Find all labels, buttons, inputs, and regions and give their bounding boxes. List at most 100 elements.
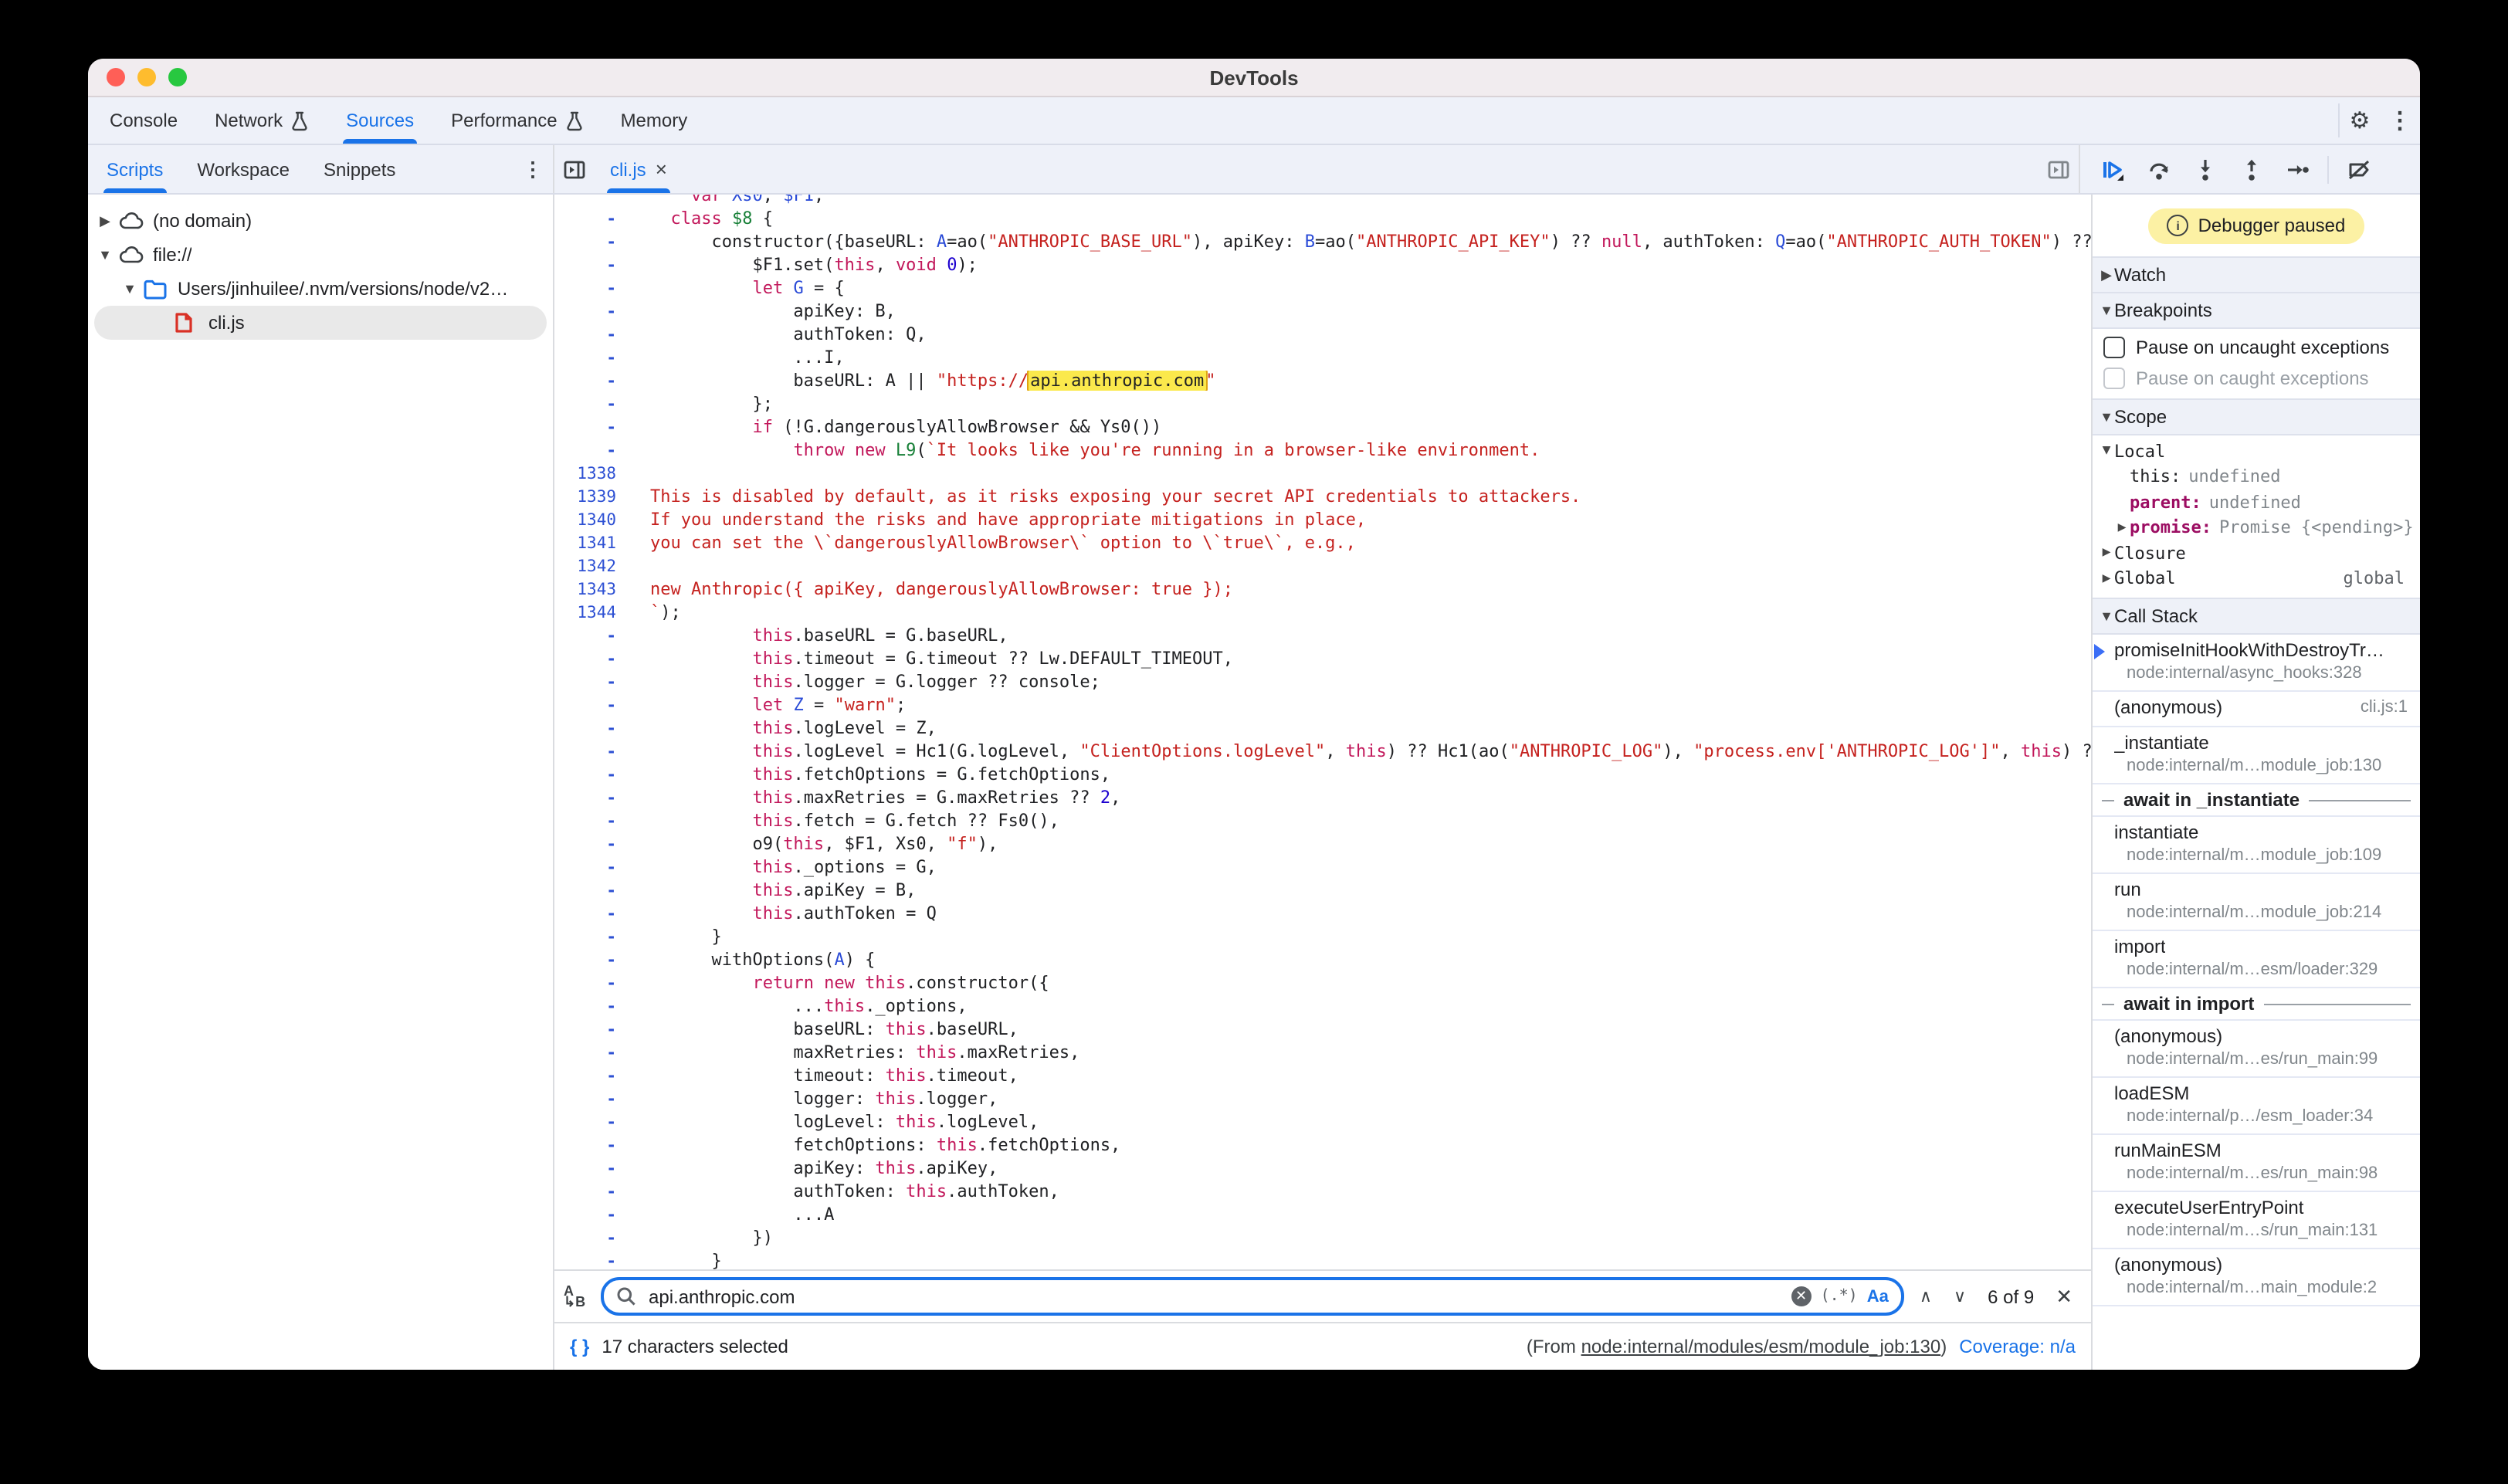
gutter-line-number[interactable]: - [554, 719, 630, 737]
tree-item-file-[interactable]: ▼file:// [88, 238, 553, 272]
call-stack-frame[interactable]: (anonymous)node:internal/m…es/run_main:9… [2093, 1021, 2420, 1078]
gutter-line-number[interactable]: - [554, 209, 630, 228]
hide-navigator-panel-icon[interactable] [554, 145, 595, 193]
gutter-line-number[interactable]: 1342 [554, 557, 630, 575]
call-stack-frame[interactable]: (anonymous)cli.js:1 [2093, 692, 2420, 727]
gutter-line-number[interactable]: - [554, 950, 630, 969]
step-into-button[interactable] [2185, 157, 2225, 181]
pretty-print-icon[interactable]: { } [570, 1336, 589, 1357]
gutter-line-number[interactable]: - [554, 858, 630, 876]
call-stack-frame[interactable]: runMainESMnode:internal/m…es/run_main:98 [2093, 1135, 2420, 1192]
gutter-line-number[interactable]: - [554, 927, 630, 946]
scope-variable[interactable]: this:undefined [2093, 464, 2420, 490]
source-origin-link[interactable]: node:internal/modules/esm/module_job:130 [1581, 1336, 1941, 1357]
scope-variable[interactable]: ▶promise:Promise {<pending>} [2093, 515, 2420, 540]
scope-group-local[interactable]: ▼Local [2093, 439, 2420, 464]
gutter-line-number[interactable]: - [554, 441, 630, 459]
gutter-line-number[interactable]: 1338 [554, 464, 630, 483]
gutter-line-number[interactable]: - [554, 904, 630, 923]
gutter-line-number[interactable]: 1344 [554, 603, 630, 622]
chevron-down-icon[interactable]: ▼ [97, 247, 113, 263]
gutter-line-number[interactable]: - [554, 1159, 630, 1177]
tab-sources[interactable]: Sources [330, 97, 429, 144]
gutter-line-number[interactable]: 1341 [554, 534, 630, 552]
show-debugger-panel-icon[interactable] [2039, 145, 2079, 193]
search-input[interactable] [646, 1284, 1782, 1309]
coverage-link[interactable]: Coverage: n/a [1959, 1336, 2076, 1357]
chevron-right-icon[interactable]: ▶ [2099, 546, 2114, 561]
step-button[interactable] [2278, 157, 2318, 181]
scope-variable[interactable]: parent:undefined [2093, 490, 2420, 515]
next-match-chevron-icon[interactable]: ∨ [1947, 1286, 1972, 1306]
tab-memory[interactable]: Memory [605, 97, 703, 144]
chevron-right-icon[interactable]: ▶ [2099, 571, 2114, 587]
step-over-button[interactable] [2139, 157, 2179, 181]
regex-toggle[interactable]: (.*) [1821, 1288, 1858, 1305]
gutter-line-number[interactable]: - [554, 1228, 630, 1247]
gutter-line-number[interactable]: - [554, 974, 630, 992]
gutter-line-number[interactable]: - [554, 1066, 630, 1085]
section-breakpoints[interactable]: ▼ Breakpoints [2093, 293, 2420, 329]
navigator-tab-workspace[interactable]: Workspace [181, 145, 305, 193]
previous-match-chevron-icon[interactable]: ∧ [1913, 1286, 1938, 1306]
chevron-down-icon[interactable]: ▼ [2099, 444, 2114, 459]
gutter-line-number[interactable]: - [554, 835, 630, 853]
call-stack-frame[interactable]: _instantiatenode:internal/m…module_job:1… [2093, 727, 2420, 784]
navigator-tab-scripts[interactable]: Scripts [91, 145, 178, 193]
step-out-button[interactable] [2232, 157, 2272, 181]
match-case-toggle[interactable]: Aa [1867, 1287, 1889, 1306]
gutter-line-number[interactable]: - [554, 788, 630, 807]
gutter-line-number[interactable]: - [554, 1205, 630, 1224]
gutter-line-number[interactable]: - [554, 649, 630, 668]
chevron-right-icon[interactable]: ▶ [2114, 520, 2130, 536]
navigator-tab-snippets[interactable]: Snippets [308, 145, 411, 193]
gutter-line-number[interactable]: - [554, 232, 630, 251]
tree-item-cli-js[interactable]: cli.js [94, 306, 547, 340]
gutter-line-number[interactable]: - [554, 1136, 630, 1154]
tree-item-users-jinhuilee-nvm-versions-node-v2-[interactable]: ▼Users/jinhuilee/.nvm/versions/node/v2… [88, 272, 553, 306]
gutter-line-number[interactable]: - [554, 279, 630, 297]
toggle-replace-icon[interactable]: A↳B [564, 1286, 591, 1307]
gutter-line-number[interactable]: - [554, 371, 630, 390]
code-area[interactable]: var Xs0, $F1;- class $8 {- constructor({… [554, 195, 2091, 1269]
gutter-line-number[interactable]: - [554, 1043, 630, 1062]
close-search-icon[interactable]: ✕ [2049, 1284, 2079, 1309]
checkbox[interactable] [2103, 337, 2125, 358]
gutter-line-number[interactable]: - [554, 325, 630, 344]
section-scope[interactable]: ▼ Scope [2093, 398, 2420, 435]
gutter-line-number[interactable]: - [554, 1113, 630, 1131]
chevron-right-icon[interactable]: ▶ [97, 212, 113, 229]
gutter-line-number[interactable]: - [554, 1089, 630, 1108]
breakpoint-option[interactable]: Pause on caught exceptions [2093, 363, 2420, 394]
gutter-line-number[interactable]: - [554, 881, 630, 900]
deactivate-breakpoints-button[interactable] [2338, 157, 2378, 181]
section-call-stack[interactable]: ▼ Call Stack [2093, 598, 2420, 635]
close-tab-icon[interactable]: × [656, 158, 667, 181]
gutter-line-number[interactable]: - [554, 696, 630, 714]
gutter-line-number[interactable]: 1340 [554, 510, 630, 529]
gutter-line-number[interactable]: - [554, 256, 630, 274]
gutter-line-number[interactable]: - [554, 997, 630, 1015]
clear-search-icon[interactable]: ✕ [1791, 1286, 1812, 1306]
gutter-line-number[interactable]: - [554, 418, 630, 436]
tab-performance[interactable]: Performance [436, 97, 598, 144]
gutter-line-number[interactable]: - [554, 1020, 630, 1038]
chevron-down-icon[interactable]: ▼ [122, 281, 137, 296]
more-options-kebab-icon[interactable]: ⋮ [2380, 97, 2420, 144]
call-stack-frame[interactable]: importnode:internal/m…esm/loader:329 [2093, 931, 2420, 988]
gutter-line-number[interactable]: - [554, 626, 630, 645]
tab-network[interactable]: Network [199, 97, 324, 144]
settings-gear-icon[interactable]: ⚙ [2340, 97, 2380, 144]
scope-group-global[interactable]: ▶Globalglobal [2093, 566, 2420, 591]
call-stack-frame[interactable]: loadESMnode:internal/p…/esm_loader:34 [2093, 1078, 2420, 1135]
section-watch[interactable]: ▶ Watch [2093, 256, 2420, 293]
gutter-line-number[interactable]: - [554, 395, 630, 413]
gutter-line-number[interactable]: 1339 [554, 487, 630, 506]
tab-console[interactable]: Console [94, 97, 193, 144]
scope-group-closure[interactable]: ▶Closure [2093, 540, 2420, 566]
call-stack-frame[interactable]: executeUserEntryPointnode:internal/m…s/r… [2093, 1192, 2420, 1249]
breakpoint-option[interactable]: Pause on uncaught exceptions [2093, 332, 2420, 363]
resume-script-button[interactable] [2093, 157, 2133, 181]
navigator-more-kebab-icon[interactable]: ⋮ [513, 145, 553, 193]
gutter-line-number[interactable]: - [554, 348, 630, 367]
